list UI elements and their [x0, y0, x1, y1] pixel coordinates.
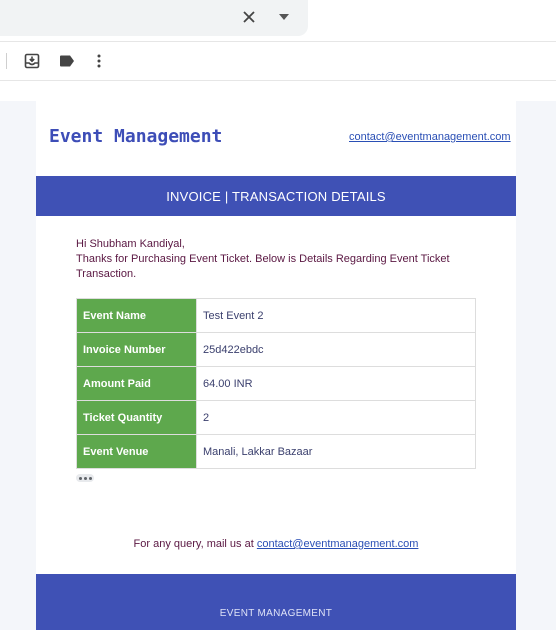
invoice-banner: INVOICE | TRANSACTION DETAILS — [36, 176, 516, 216]
contact-link[interactable]: contact@eventmanagement.com — [349, 131, 511, 143]
transaction-details-table: Event Name Test Event 2 Invoice Number 2… — [76, 298, 476, 469]
greeting-message: Thanks for Purchasing Event Ticket. Belo… — [76, 253, 450, 280]
row-value: 2 — [196, 400, 476, 435]
table-row: Event Venue Manali, Lakkar Bazaar — [76, 434, 476, 469]
row-value: 25d422ebdc — [196, 332, 476, 367]
move-to-inbox-icon[interactable] — [22, 52, 42, 70]
more-vert-icon[interactable] — [89, 52, 109, 70]
search-box[interactable] — [0, 0, 308, 36]
show-trimmed-content-button[interactable] — [76, 474, 94, 482]
table-row: Invoice Number 25d422ebdc — [76, 332, 476, 367]
table-row: Amount Paid 64.00 INR — [76, 366, 476, 401]
table-row: Ticket Quantity 2 — [76, 400, 476, 435]
table-row: Event Name Test Event 2 — [76, 298, 476, 333]
greeting-name: Hi Shubham Kandiyal, — [76, 238, 185, 250]
query-contact-link[interactable]: contact@eventmanagement.com — [257, 538, 419, 550]
row-value: Manali, Lakkar Bazaar — [196, 434, 476, 469]
row-label: Invoice Number — [76, 332, 197, 367]
top-bar — [0, 0, 556, 42]
toolbar-separator — [6, 53, 7, 69]
close-icon[interactable] — [238, 6, 260, 28]
email-footer: EVENT MANAGEMENT — [36, 574, 516, 630]
row-label: Event Venue — [76, 434, 197, 469]
toolbar — [0, 42, 556, 80]
query-line: For any query, mail us at contact@eventm… — [36, 538, 516, 550]
query-text: For any query, mail us at — [133, 538, 254, 550]
row-value: Test Event 2 — [196, 298, 476, 333]
row-value: 64.00 INR — [196, 366, 476, 401]
caret-down-icon[interactable] — [276, 10, 292, 24]
brand-title: Event Management — [49, 126, 223, 147]
banner-title: INVOICE | TRANSACTION DETAILS — [166, 188, 386, 204]
row-label: Ticket Quantity — [76, 400, 197, 435]
row-label: Event Name — [76, 298, 197, 333]
label-icon[interactable] — [57, 52, 77, 70]
divider — [0, 80, 556, 81]
footer-text: EVENT MANAGEMENT — [219, 608, 333, 619]
greeting: Hi Shubham Kandiyal, Thanks for Purchasi… — [76, 237, 456, 282]
row-label: Amount Paid — [76, 366, 197, 401]
